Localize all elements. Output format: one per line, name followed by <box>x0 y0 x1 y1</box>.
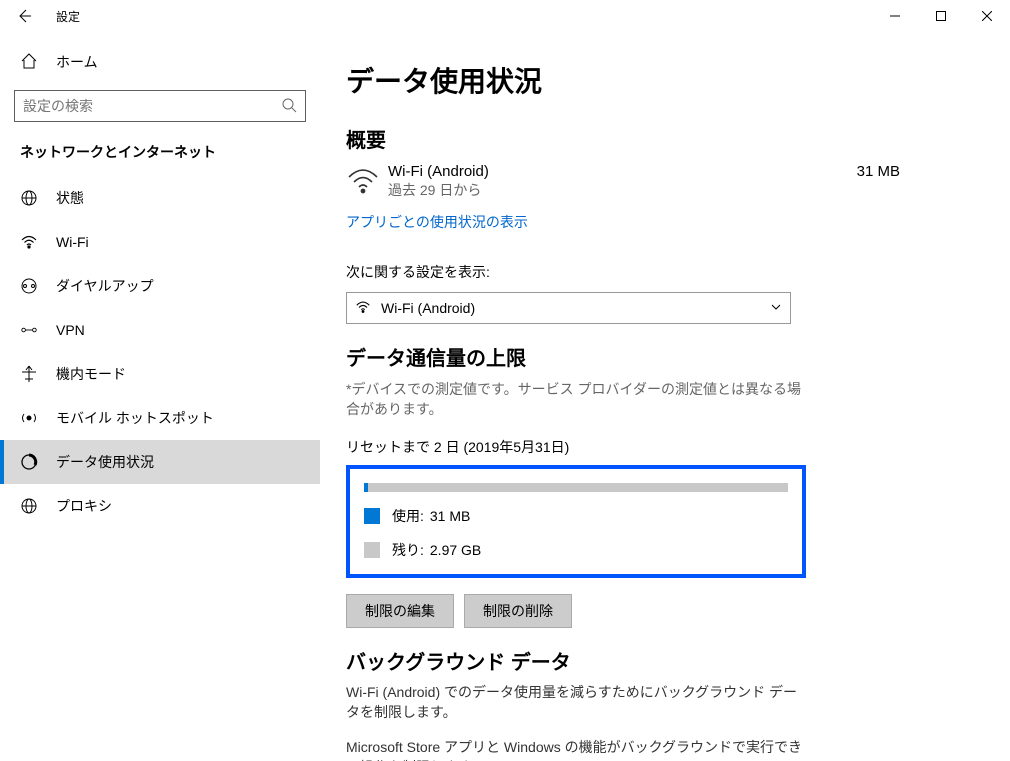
globe-net-icon <box>20 189 38 207</box>
data-usage-icon <box>20 453 38 471</box>
legend-remain: 残り: 2.97 GB <box>364 540 788 560</box>
sidebar-item-wifi[interactable]: Wi-Fi <box>0 220 320 264</box>
interface-dropdown[interactable]: Wi-Fi (Android) <box>346 292 791 324</box>
sidebar-item-data-usage[interactable]: データ使用状況 <box>0 440 320 484</box>
sidebar-item-proxy[interactable]: プロキシ <box>0 484 320 528</box>
hotspot-icon <box>20 409 38 427</box>
minimize-button[interactable] <box>872 0 918 32</box>
limit-note: *デバイスでの測定値です。サービス プロバイダーの測定値とは異なる場合があります… <box>346 379 806 419</box>
wifi-large-icon <box>346 163 380 197</box>
sidebar-item-label: プロキシ <box>56 496 112 516</box>
sidebar-item-label: 状態 <box>56 188 84 208</box>
overview-since: 過去 29 日から <box>388 180 489 200</box>
used-label: 使用: <box>392 506 424 526</box>
title-bar: 設定 <box>0 0 1010 32</box>
dropdown-value: Wi-Fi (Android) <box>381 300 760 316</box>
dialup-icon <box>20 277 38 295</box>
vpn-icon <box>20 321 38 339</box>
sidebar: ホーム ネットワークとインターネット 状態 Wi-Fi <box>0 32 320 761</box>
page-title: データ使用状況 <box>346 60 970 100</box>
usage-bar-fill <box>364 483 368 492</box>
usage-highlight-box: 使用: 31 MB 残り: 2.97 GB <box>346 465 806 578</box>
search-input[interactable] <box>23 98 281 114</box>
background-desc2: Microsoft Store アプリと Windows の機能がバックグラウン… <box>346 738 806 761</box>
used-value: 31 MB <box>430 508 470 524</box>
limit-heading: データ通信量の上限 <box>346 342 970 371</box>
sidebar-item-vpn[interactable]: VPN <box>0 308 320 352</box>
proxy-icon <box>20 497 38 515</box>
chevron-down-icon <box>770 300 782 316</box>
limit-reset: リセットまで 2 日 (2019年5月31日) <box>346 437 970 457</box>
sidebar-item-label: Wi-Fi <box>56 234 89 250</box>
background-desc1: Wi-Fi (Android) でのデータ使用量を減らすためにバックグラウンド … <box>346 683 806 722</box>
legend-used: 使用: 31 MB <box>364 506 788 526</box>
overview-iface: Wi-Fi (Android) <box>388 163 489 180</box>
sidebar-item-label: ダイヤルアップ <box>56 276 154 296</box>
maximize-button[interactable] <box>918 0 964 32</box>
back-button[interactable] <box>8 0 40 32</box>
per-app-usage-link[interactable]: アプリごとの使用状況の表示 <box>346 212 528 232</box>
wifi-icon <box>20 233 38 251</box>
sidebar-item-label: 機内モード <box>56 364 126 384</box>
wifi-small-icon <box>355 299 371 318</box>
sidebar-item-airplane[interactable]: 機内モード <box>0 352 320 396</box>
usage-bar-track <box>364 483 788 492</box>
sidebar-item-status[interactable]: 状態 <box>0 176 320 220</box>
airplane-icon <box>20 365 38 383</box>
sidebar-group-header: ネットワークとインターネット <box>0 138 320 176</box>
home-icon <box>20 52 38 73</box>
search-box[interactable] <box>14 90 306 122</box>
search-icon <box>281 97 297 116</box>
edit-limit-button[interactable]: 制限の編集 <box>346 594 454 628</box>
sidebar-item-label: モバイル ホットスポット <box>56 408 214 428</box>
show-for-label: 次に関する設定を表示: <box>346 262 970 282</box>
background-heading: バックグラウンド データ <box>346 646 970 675</box>
sidebar-item-dialup[interactable]: ダイヤルアップ <box>0 264 320 308</box>
overview-amount: 31 MB <box>857 163 970 180</box>
remain-swatch <box>364 542 380 558</box>
remain-label: 残り: <box>392 540 424 560</box>
overview-heading: 概要 <box>346 124 970 153</box>
sidebar-home-label: ホーム <box>56 52 98 72</box>
delete-limit-button[interactable]: 制限の削除 <box>464 594 572 628</box>
window-title: 設定 <box>56 8 80 25</box>
close-button[interactable] <box>964 0 1010 32</box>
overview-row: Wi-Fi (Android) 過去 29 日から 31 MB <box>346 163 970 200</box>
sidebar-item-hotspot[interactable]: モバイル ホットスポット <box>0 396 320 440</box>
remain-value: 2.97 GB <box>430 542 481 558</box>
used-swatch <box>364 508 380 524</box>
sidebar-item-label: VPN <box>56 322 85 338</box>
sidebar-home[interactable]: ホーム <box>0 40 320 84</box>
sidebar-item-label: データ使用状況 <box>56 452 154 472</box>
content-pane: データ使用状況 概要 Wi-Fi (Android) 過去 29 日から 31 … <box>320 32 1010 761</box>
